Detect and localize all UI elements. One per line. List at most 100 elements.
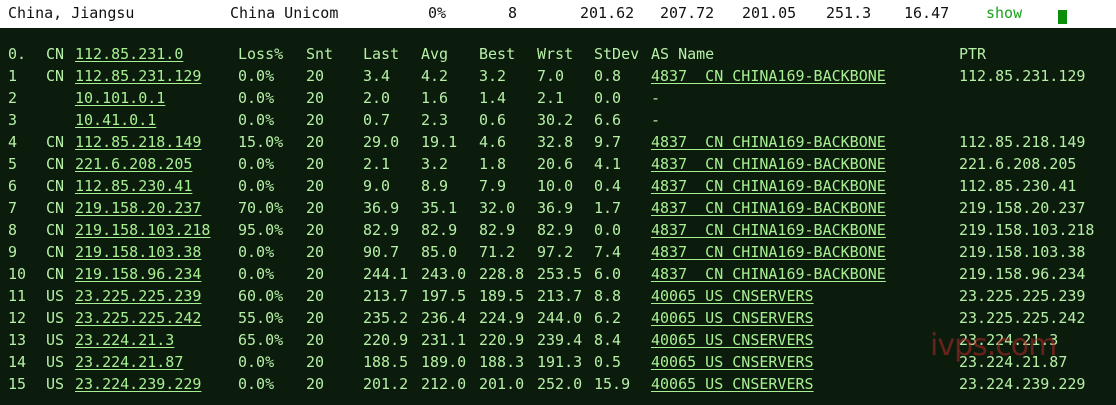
cell-ip[interactable]: 112.85.231.129	[75, 67, 201, 85]
cell-best: 201.0	[479, 375, 525, 393]
cell-snt: 20	[306, 89, 325, 107]
cell-snt: 20	[306, 133, 325, 151]
cell-loss: 15.0%	[238, 133, 284, 151]
cell-ip[interactable]: 219.158.103.38	[75, 243, 201, 261]
cell-hop: 14	[8, 353, 27, 371]
cell-ip[interactable]: 23.224.21.3	[75, 331, 174, 349]
cell-last: 188.5	[363, 353, 409, 371]
cell-loss: 0.0%	[238, 155, 275, 173]
cell-as[interactable]: 4837 CN CHINA169-BACKBONE	[651, 243, 886, 261]
cell-hop: 3	[8, 111, 18, 129]
cell-as[interactable]: 4837 CN CHINA169-BACKBONE	[651, 67, 886, 85]
cell-ip[interactable]: 23.224.239.229	[75, 375, 201, 393]
col-snt: Snt	[306, 45, 334, 63]
table-row: 9 CN 219.158.103.38 0.0% 20 90.7 85.0 71.2 97.2 7…	[0, 242, 1116, 264]
cell-hop: 15	[8, 375, 27, 393]
watermark-logo: ivps.com	[930, 328, 1057, 363]
cell-stdev: 0.8	[594, 67, 622, 85]
cell-snt: 20	[306, 221, 325, 239]
cell-as[interactable]: 4837 CN CHINA169-BACKBONE	[651, 221, 886, 239]
cell-hop: 2	[8, 89, 18, 107]
col-as: AS Name	[651, 45, 715, 63]
cell-as[interactable]: 4837 CN CHINA169-BACKBONE	[651, 133, 886, 151]
cell-as[interactable]: 4837 CN CHINA169-BACKBONE	[651, 177, 886, 195]
cell-stdev: 4.1	[594, 155, 622, 173]
location-label: China, Jiangsu	[8, 4, 135, 22]
cell-as[interactable]: 40065 US CNSERVERS	[651, 331, 814, 349]
cell-ptr: 23.225.225.239	[959, 287, 1086, 305]
table-row: 12 US 23.225.225.242 55.0% 20 235.2 236.4 224.9…	[0, 308, 1116, 330]
cell-ip[interactable]: 219.158.96.234	[75, 265, 201, 283]
cell-ip[interactable]: 23.225.225.239	[75, 287, 201, 305]
cell-ip[interactable]: 219.158.20.237	[75, 199, 201, 217]
summary-v4: 251.3	[826, 4, 872, 22]
cell-ip[interactable]: 10.101.0.1	[75, 89, 165, 107]
cell-stdev: 1.7	[594, 199, 622, 217]
cell-cc: CN	[46, 155, 65, 173]
cell-as[interactable]: 4837 CN CHINA169-BACKBONE	[651, 199, 886, 217]
cell-as[interactable]: 4837 CN CHINA169-BACKBONE	[651, 265, 886, 283]
col-last: Last	[363, 45, 400, 63]
cell-avg: 243.0	[421, 265, 467, 283]
cell-best: 32.0	[479, 199, 516, 217]
cell-snt: 20	[306, 199, 325, 217]
cell-ip[interactable]: 112.85.218.149	[75, 133, 201, 151]
cell-hop: 5	[8, 155, 18, 173]
cell-as[interactable]: 40065 US CNSERVERS	[651, 353, 814, 371]
table-row: 2 10.101.0.1 0.0% 20 2.0 1.6 1.4 2.1 0.0 -	[0, 88, 1116, 110]
cell-loss: 0.0%	[238, 111, 275, 129]
cell-avg: 236.4	[421, 309, 467, 327]
cell-stdev: 0.0	[594, 221, 622, 239]
cell-cc: CN	[46, 133, 65, 151]
cell-ip[interactable]: 10.41.0.1	[75, 111, 156, 129]
cell-stdev: 6.2	[594, 309, 622, 327]
cell-stdev: 0.4	[594, 177, 622, 195]
col-ip[interactable]: 112.85.231.0	[75, 45, 183, 63]
cell-best: 7.9	[479, 177, 507, 195]
table-header-row: 0. CN 112.85.231.0 Loss% Snt Last Avg Be…	[0, 44, 1116, 66]
cell-best: 224.9	[479, 309, 525, 327]
cell-hop: 7	[8, 199, 18, 217]
cell-cc: US	[46, 353, 65, 371]
cell-avg: 35.1	[421, 199, 458, 217]
cell-hop: 10	[8, 265, 27, 283]
cell-snt: 20	[306, 353, 325, 371]
cell-wrst: 32.8	[537, 133, 574, 151]
cell-ip[interactable]: 23.225.225.242	[75, 309, 201, 327]
cell-ip[interactable]: 221.6.208.205	[75, 155, 192, 173]
summary-v1: 201.62	[580, 4, 635, 22]
terminal-cursor	[1058, 10, 1067, 24]
cell-avg: 231.1	[421, 331, 467, 349]
cell-as[interactable]: 40065 US CNSERVERS	[651, 287, 814, 305]
table-row: 5 CN 221.6.208.205 0.0% 20 2.1 3.2 1.8 20.6 4.1 48…	[0, 154, 1116, 176]
cell-as[interactable]: 40065 US CNSERVERS	[651, 375, 814, 393]
cell-avg: 82.9	[421, 221, 458, 239]
cell-loss: 60.0%	[238, 287, 284, 305]
cell-best: 71.2	[479, 243, 516, 261]
cell-cc: CN	[46, 243, 65, 261]
cell-last: 220.9	[363, 331, 409, 349]
cell-snt: 20	[306, 243, 325, 261]
cell-ptr: 112.85.230.41	[959, 177, 1077, 195]
cell-last: 90.7	[363, 243, 400, 261]
cell-as[interactable]: 40065 US CNSERVERS	[651, 309, 814, 327]
cell-ip[interactable]: 219.158.103.218	[75, 221, 210, 239]
cell-ptr: 219.158.103.218	[959, 221, 1095, 239]
cell-ptr: 23.224.239.229	[959, 375, 1086, 393]
cell-loss: 0.0%	[238, 265, 275, 283]
table-row: 6 CN 112.85.230.41 0.0% 20 9.0 8.9 7.9 10.0 0.4 48…	[0, 176, 1116, 198]
cell-ip[interactable]: 112.85.230.41	[75, 177, 192, 195]
cell-stdev: 15.9	[594, 375, 631, 393]
cell-snt: 20	[306, 67, 325, 85]
show-link[interactable]: show	[986, 4, 1022, 22]
cell-wrst: 239.4	[537, 331, 583, 349]
cell-cc: US	[46, 287, 65, 305]
cell-last: 2.1	[363, 155, 391, 173]
cell-last: 29.0	[363, 133, 400, 151]
cell-wrst: 244.0	[537, 309, 583, 327]
cell-ptr: 112.85.218.149	[959, 133, 1086, 151]
cell-hop: 6	[8, 177, 18, 195]
cell-snt: 20	[306, 309, 325, 327]
cell-ip[interactable]: 23.224.21.87	[75, 353, 183, 371]
cell-as[interactable]: 4837 CN CHINA169-BACKBONE	[651, 155, 886, 173]
